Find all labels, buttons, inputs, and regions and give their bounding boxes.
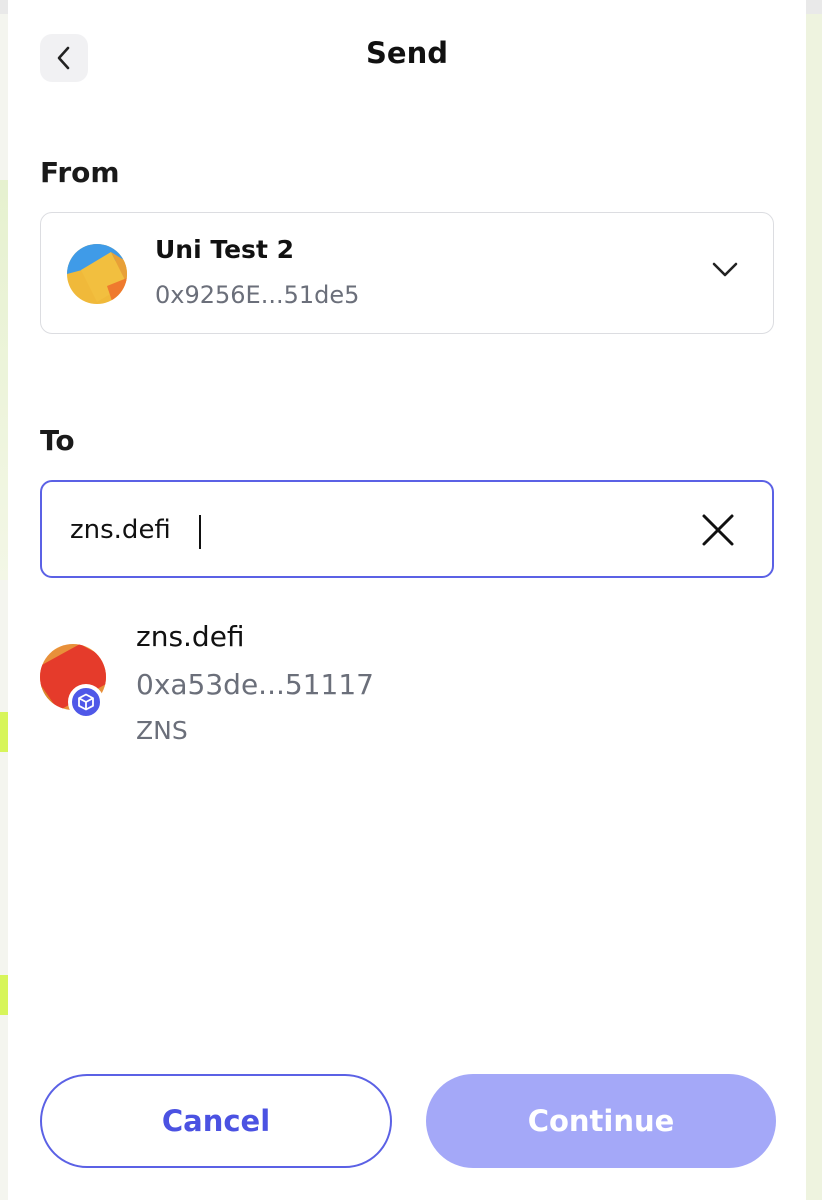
text-caret (199, 515, 201, 549)
background-chip (0, 975, 8, 1015)
recipient-address: 0xa53de...51117 (136, 668, 374, 701)
background-page-right (806, 0, 822, 1200)
send-panel: Send From Uni Test 2 0x9256E...51de5 To (8, 0, 806, 1200)
from-label: From (40, 156, 120, 189)
chevron-down-icon (712, 262, 738, 277)
recipient-input[interactable] (70, 510, 630, 550)
account-avatar (67, 244, 127, 304)
recipient-source-tag: ZNS (136, 716, 188, 745)
continue-button[interactable]: Continue (426, 1074, 776, 1168)
close-icon (702, 514, 734, 546)
from-account-selector[interactable]: Uni Test 2 0x9256E...51de5 (40, 212, 774, 334)
page-title: Send (366, 36, 448, 70)
recipient-field[interactable] (40, 480, 774, 578)
recipient-suggestion[interactable]: zns.defi 0xa53de...51117 ZNS (38, 612, 778, 762)
background-chip (0, 712, 8, 752)
account-address: 0x9256E...51de5 (155, 281, 360, 309)
header: Send (8, 0, 806, 116)
account-name: Uni Test 2 (155, 235, 294, 264)
zns-badge (68, 684, 104, 720)
recipient-name: zns.defi (136, 620, 245, 653)
cube-icon (78, 693, 94, 711)
cancel-button[interactable]: Cancel (40, 1074, 392, 1168)
clear-input-button[interactable] (700, 512, 736, 548)
to-label: To (40, 424, 75, 457)
